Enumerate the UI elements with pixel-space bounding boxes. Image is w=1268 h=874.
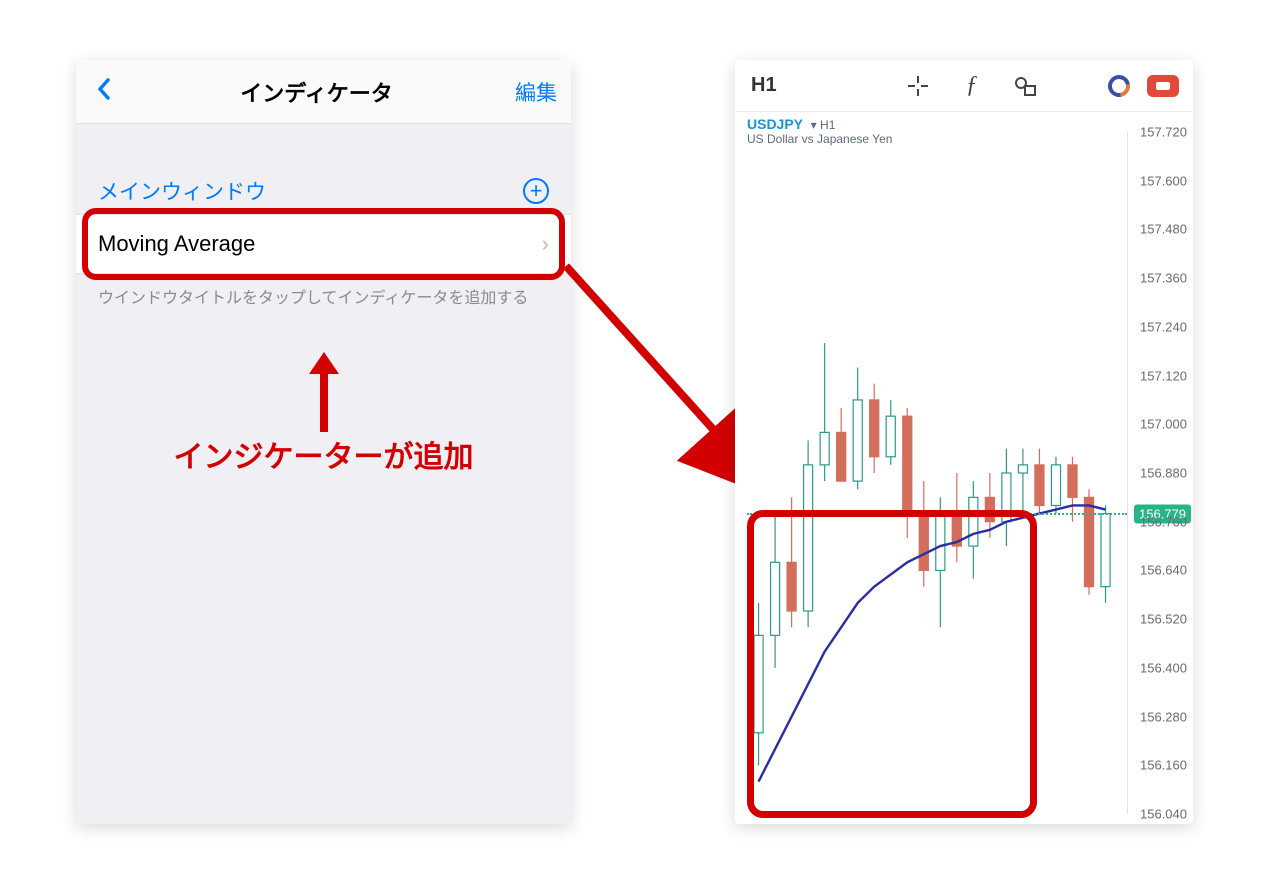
crosshair-button[interactable] xyxy=(906,74,930,98)
symbol-text: USDJPY xyxy=(747,116,803,132)
y-tick: 156.400 xyxy=(1140,660,1187,675)
objects-button[interactable] xyxy=(1014,74,1038,98)
chart-symbol: USDJPY ▾ H1 xyxy=(747,116,1181,132)
back-button[interactable] xyxy=(90,75,118,109)
timeframe-selector[interactable]: H1 xyxy=(749,74,777,97)
indicators-button[interactable]: ƒ xyxy=(960,74,984,98)
chart-area[interactable]: USDJPY ▾ H1 US Dollar vs Japanese Yen 15… xyxy=(735,112,1193,824)
section-title: メインウィンドウ xyxy=(98,176,266,206)
plus-icon: + xyxy=(530,180,543,202)
donut-icon xyxy=(1104,70,1135,101)
chart-screen: H1 ƒ xyxy=(735,60,1193,824)
hint-text: ウインドウタイトルをタップしてインディケータを追加する xyxy=(76,274,571,318)
crosshair-icon xyxy=(907,75,929,97)
y-tick: 156.520 xyxy=(1140,612,1187,627)
section-header[interactable]: メインウィンドウ + xyxy=(76,176,571,214)
edit-button[interactable]: 編集 xyxy=(515,77,557,107)
y-tick: 156.160 xyxy=(1140,758,1187,773)
nav-bar: インディケータ 編集 xyxy=(76,60,571,124)
y-tick: 156.760 xyxy=(1140,514,1187,529)
y-tick: 156.280 xyxy=(1140,709,1187,724)
trade-button[interactable] xyxy=(1147,75,1179,97)
y-tick: 156.880 xyxy=(1140,466,1187,481)
indicator-settings-screen: インディケータ 編集 メインウィンドウ + Moving Average › ウ… xyxy=(76,60,571,824)
add-indicator-button[interactable]: + xyxy=(523,178,549,204)
y-tick: 157.000 xyxy=(1140,417,1187,432)
trade-icon xyxy=(1156,82,1170,90)
shapes-icon xyxy=(1014,75,1038,97)
annotation-callout: インジケーターが追加 xyxy=(174,432,474,476)
y-tick: 157.120 xyxy=(1140,368,1187,383)
refresh-button[interactable] xyxy=(1107,74,1131,98)
y-axis: 156.779 157.720157.600157.480157.360157.… xyxy=(1127,132,1193,814)
main-window-section: メインウィンドウ + Moving Average › ウインドウタイトルをタッ… xyxy=(76,176,571,318)
chevron-right-icon: › xyxy=(542,231,549,257)
current-price-line xyxy=(747,513,1127,515)
y-tick: 156.640 xyxy=(1140,563,1187,578)
nav-title: インディケータ xyxy=(118,76,515,108)
y-tick: 157.360 xyxy=(1140,271,1187,286)
indicator-label: Moving Average xyxy=(98,231,255,257)
chart-toolbar: H1 ƒ xyxy=(735,60,1193,112)
indicator-row-moving-average[interactable]: Moving Average › xyxy=(76,214,571,274)
symbol-timeframe: H1 xyxy=(820,118,835,132)
y-tick: 157.720 xyxy=(1140,125,1187,140)
y-tick: 156.040 xyxy=(1140,807,1187,822)
chevron-left-icon xyxy=(96,77,112,101)
y-tick: 157.240 xyxy=(1140,319,1187,334)
y-tick: 157.480 xyxy=(1140,222,1187,237)
y-tick: 157.600 xyxy=(1140,173,1187,188)
function-icon: ƒ xyxy=(966,72,978,99)
chart-canvas[interactable] xyxy=(747,132,1127,814)
